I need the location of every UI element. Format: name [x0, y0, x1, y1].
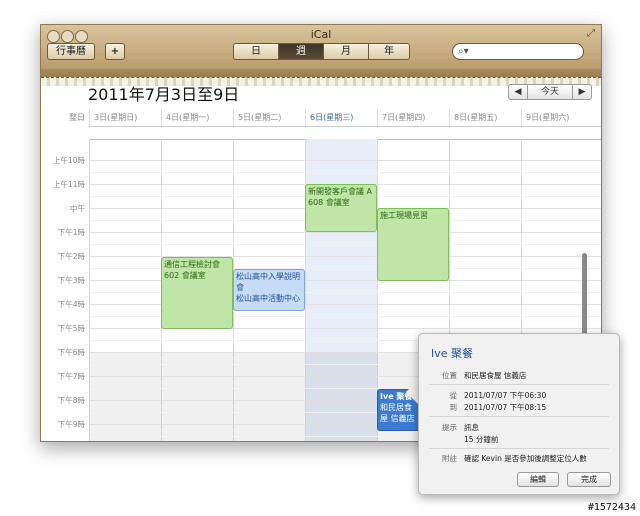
- note-label: 附註: [442, 454, 457, 463]
- day-header-wed[interactable]: 6日(星期三): [305, 109, 377, 126]
- day-header-sat[interactable]: 9日(星期六): [521, 109, 593, 126]
- hour-label: 下午3時: [57, 276, 85, 285]
- event-telecom-review[interactable]: 通信工程檢討會 602 會議室: [161, 257, 233, 329]
- day-header-mon[interactable]: 4日(星期一): [161, 109, 233, 126]
- search-input[interactable]: ⌕▾: [452, 43, 584, 60]
- window-title: iCal: [310, 28, 332, 41]
- popover-arrow: [406, 380, 418, 404]
- hour-label: 上午10時: [52, 156, 85, 165]
- event-location: 和民居食屋 信義店: [380, 403, 415, 423]
- hour-label: 下午6時: [57, 348, 85, 357]
- location-label: 位置: [442, 371, 457, 380]
- hour-label: 下午9時: [57, 420, 85, 429]
- half-hour-line: [89, 244, 601, 245]
- hour-label: 下午2時: [57, 252, 85, 261]
- to-label: 到: [449, 403, 458, 412]
- event-title: 通信工程檢討會: [164, 260, 220, 269]
- watermark-id: #1572434: [587, 502, 636, 513]
- popover-divider: [429, 416, 609, 417]
- titlebar: iCal ⤢ 行事曆 + 日 週 月 年 ⌕▾: [41, 25, 601, 69]
- alert-time-value[interactable]: 15 分鐘前: [464, 434, 498, 445]
- to-value[interactable]: 2011/07/07 下午08:15: [464, 402, 546, 413]
- fullscreen-icon[interactable]: ⤢: [587, 28, 595, 39]
- search-icon: ⌕▾: [458, 46, 469, 57]
- next-week-button[interactable]: ▶: [572, 84, 592, 100]
- alert-type-value[interactable]: 訊息: [464, 422, 479, 433]
- hour-label: 下午4時: [57, 300, 85, 309]
- hour-line: [89, 232, 601, 233]
- hour-line: [89, 160, 601, 161]
- view-year-tab[interactable]: 年: [368, 43, 410, 60]
- popover-divider: [429, 384, 609, 385]
- event-title: 新開發客戶會議 A: [308, 187, 373, 196]
- add-calendar-button[interactable]: +: [105, 43, 125, 60]
- event-site-training[interactable]: 施工現場見習: [377, 208, 449, 281]
- day-header-tue[interactable]: 5日(星期二): [233, 109, 305, 126]
- hour-label: 下午8時: [57, 396, 85, 405]
- week-range-title: 2011年7月3日至9日: [88, 85, 240, 104]
- hour-label: 下午5時: [57, 324, 85, 333]
- calendars-button[interactable]: 行事曆: [47, 43, 95, 60]
- from-label: 從: [449, 391, 458, 400]
- hour-label: 上午11時: [52, 180, 85, 189]
- done-button[interactable]: 完成: [567, 472, 611, 487]
- view-month-tab[interactable]: 月: [323, 43, 369, 60]
- note-value[interactable]: 確認 Kevin 是否參加後調整定位人數: [464, 453, 587, 464]
- from-value[interactable]: 2011/07/07 下午06:30: [464, 390, 546, 401]
- allday-label: 整日: [69, 113, 85, 122]
- popover-divider: [429, 448, 609, 449]
- event-location: 松山高中活動中心: [236, 294, 300, 303]
- half-hour-line: [89, 172, 601, 173]
- hour-label: 下午1時: [57, 228, 85, 237]
- day-header-fri[interactable]: 8日(星期五): [449, 109, 521, 126]
- location-value[interactable]: 和民居食屋 信義店: [464, 370, 526, 381]
- previous-week-button[interactable]: ◀: [508, 84, 528, 100]
- event-new-client-meeting[interactable]: 新開發客戶會議 A 608 會議室: [305, 184, 377, 232]
- event-location: 602 會議室: [164, 271, 206, 280]
- event-title: 施工現場見習: [380, 211, 428, 220]
- day-header-sun[interactable]: 3日(星期日): [89, 109, 161, 126]
- day-header-thu[interactable]: 7日(星期四): [377, 109, 449, 126]
- view-day-tab[interactable]: 日: [233, 43, 279, 60]
- popover-event-title[interactable]: Ive 聚餐: [431, 345, 473, 361]
- hour-label: 中午: [70, 204, 85, 213]
- event-location: 608 會議室: [308, 198, 350, 207]
- event-school-briefing[interactable]: 松山高中入學說明會 松山高中活動中心: [233, 269, 305, 311]
- event-title: 松山高中入學說明會: [236, 272, 300, 292]
- today-button[interactable]: 今天: [527, 84, 573, 100]
- event-info-popover: Ive 聚餐 位置 和民居食屋 信義店 從 2011/07/07 下午06:30…: [418, 333, 620, 495]
- hour-label: 下午7時: [57, 372, 85, 381]
- edit-button[interactable]: 編輯: [517, 472, 559, 487]
- allday-divider: [89, 126, 601, 127]
- view-week-tab[interactable]: 週: [278, 43, 324, 60]
- alert-label: 提示: [442, 423, 457, 432]
